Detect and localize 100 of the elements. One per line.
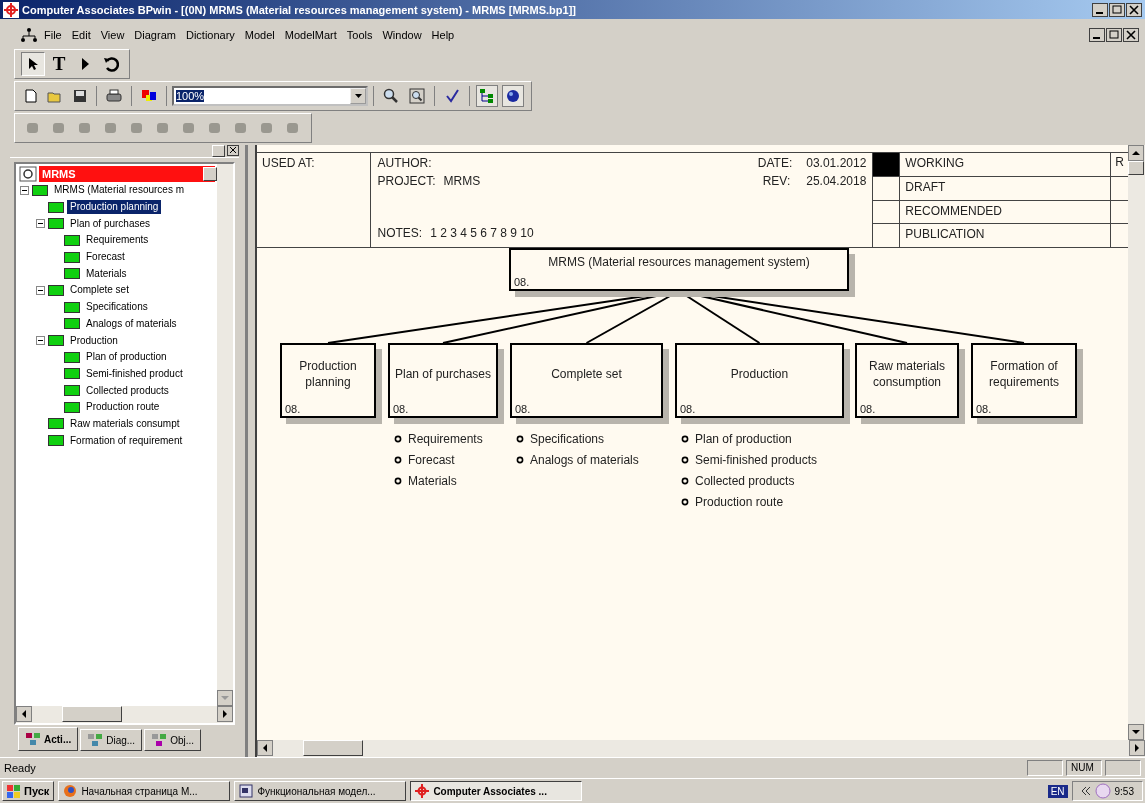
project-label: PROJECT:: [377, 174, 436, 188]
scroll-up-icon[interactable]: [1128, 145, 1144, 161]
tree-item[interactable]: Analogs of materials: [83, 316, 180, 331]
scrollbar-thumb[interactable]: [303, 740, 363, 756]
scroll-down-icon[interactable]: [1128, 724, 1144, 740]
start-button[interactable]: Пуск: [2, 781, 55, 801]
tree-item[interactable]: Specifications: [83, 300, 151, 315]
node-label: Production: [729, 366, 790, 383]
scroll-right-icon[interactable]: [1129, 740, 1145, 756]
collapse-icon[interactable]: [36, 285, 45, 295]
tree-item[interactable]: Materials: [83, 266, 130, 281]
menu-item[interactable]: Edit: [67, 29, 95, 41]
status-pane: [1027, 760, 1063, 776]
activity-icon: [48, 201, 64, 213]
menu-item[interactable]: Help: [427, 29, 459, 41]
scroll-left-icon[interactable]: [257, 740, 273, 756]
rev-label: REV:: [762, 174, 791, 188]
status-pane: [1105, 760, 1141, 776]
tree-item[interactable]: Forecast: [83, 250, 128, 265]
zoom-dropdown[interactable]: 100%: [172, 86, 368, 106]
panel-tab[interactable]: Obj...: [144, 729, 202, 751]
node-number: 08.: [975, 403, 993, 416]
activity-icon: [48, 284, 64, 296]
tree-item[interactable]: Production planning: [67, 200, 162, 215]
status-text: Ready: [4, 762, 36, 774]
node-label: Production planning: [298, 358, 358, 391]
tree-item[interactable]: Requirements: [83, 233, 152, 248]
bullet-icon: [516, 456, 524, 464]
color-icon[interactable]: [141, 89, 157, 103]
model-title: MRMS: [39, 166, 215, 182]
chevron-icon[interactable]: [1080, 787, 1091, 795]
scrollbar-thumb[interactable]: [1128, 161, 1144, 175]
maximize-icon[interactable]: [1109, 2, 1125, 17]
taskbar-button[interactable]: Начальная страница M...: [58, 781, 231, 801]
zoom-in-icon[interactable]: [383, 88, 399, 104]
tree-item[interactable]: Semi-finished product: [83, 366, 186, 381]
node-label: Plan of purchases: [393, 366, 493, 383]
globe-icon[interactable]: [502, 85, 524, 107]
bullet-icon: [681, 477, 689, 485]
tree-view-icon[interactable]: [476, 85, 498, 107]
activity-icon: [48, 335, 64, 347]
menu-item[interactable]: View: [96, 29, 129, 41]
language-indicator[interactable]: EN: [1047, 784, 1068, 798]
collapse-button[interactable]: [203, 167, 217, 181]
menu-item[interactable]: ModelMart: [280, 29, 341, 41]
collapse-icon[interactable]: [36, 219, 45, 229]
clock: 9:53: [1114, 785, 1134, 797]
tree-item[interactable]: Complete set: [67, 283, 132, 298]
caret-icon: [354, 94, 362, 98]
notes-label: NOTES:: [377, 226, 423, 240]
panel-menu-button[interactable]: [212, 145, 225, 157]
menu-item[interactable]: Dictionary: [181, 29, 239, 41]
taskbar-button[interactable]: Computer Associates ...: [410, 781, 583, 801]
tree-item[interactable]: Collected products: [83, 383, 172, 398]
menu-item[interactable]: Diagram: [130, 29, 180, 41]
tree-item[interactable]: Production route: [83, 400, 163, 415]
scroll-left-icon[interactable]: [16, 706, 32, 722]
panel-tab[interactable]: Acti...: [18, 727, 79, 751]
minimize-icon[interactable]: [1089, 28, 1105, 42]
tree-item[interactable]: Plan of production: [83, 350, 170, 365]
tree-item[interactable]: MRMS (Material resources m: [51, 183, 188, 198]
close-icon[interactable]: [227, 145, 239, 156]
pointer-tool[interactable]: [21, 52, 45, 76]
print-icon[interactable]: [106, 89, 122, 103]
project-value: MRMS: [443, 174, 481, 188]
zoom-fit-icon[interactable]: [409, 88, 425, 104]
activity-icon: [64, 301, 80, 313]
tree-item[interactable]: Formation of requirement: [67, 433, 186, 448]
num-lock-indicator: NUM: [1066, 760, 1102, 776]
bullet-icon: [394, 477, 402, 485]
status-label: WORKING: [900, 153, 1112, 176]
menu-item[interactable]: Model: [240, 29, 279, 41]
close-icon[interactable]: [1126, 2, 1142, 17]
status-label: DRAFT: [900, 176, 1112, 200]
collapse-icon[interactable]: [20, 185, 29, 195]
pointer-icon: [27, 57, 39, 71]
app-logo-icon: [415, 784, 430, 798]
tree-item[interactable]: Production: [67, 333, 121, 348]
new-file-icon[interactable]: [25, 89, 37, 103]
panel-tab[interactable]: Diag...: [80, 729, 143, 751]
open-folder-icon[interactable]: [47, 89, 63, 103]
collapse-icon[interactable]: [36, 336, 45, 346]
close-icon[interactable]: [1123, 28, 1139, 42]
node-number: 08.: [284, 403, 302, 416]
taskbar-button[interactable]: Функциональная модел...: [234, 781, 407, 801]
tree-item[interactable]: Raw materials consumpt: [67, 416, 183, 431]
tab-icon: [25, 732, 41, 746]
restore-icon[interactable]: [1106, 28, 1122, 42]
bullet-icon: [394, 435, 402, 443]
spell-check-icon[interactable]: [444, 88, 460, 104]
menu-item[interactable]: Window: [378, 29, 426, 41]
windows-logo-icon: [7, 784, 21, 798]
tree-item[interactable]: Plan of purchases: [67, 216, 154, 231]
bullet-icon: [681, 456, 689, 464]
menu-item[interactable]: File: [40, 29, 66, 41]
save-icon[interactable]: [73, 89, 87, 103]
menu-item[interactable]: Tools: [342, 29, 377, 41]
scrollbar-thumb[interactable]: [62, 706, 122, 722]
minimize-icon[interactable]: [1092, 2, 1108, 17]
scroll-right-icon[interactable]: [217, 706, 233, 722]
